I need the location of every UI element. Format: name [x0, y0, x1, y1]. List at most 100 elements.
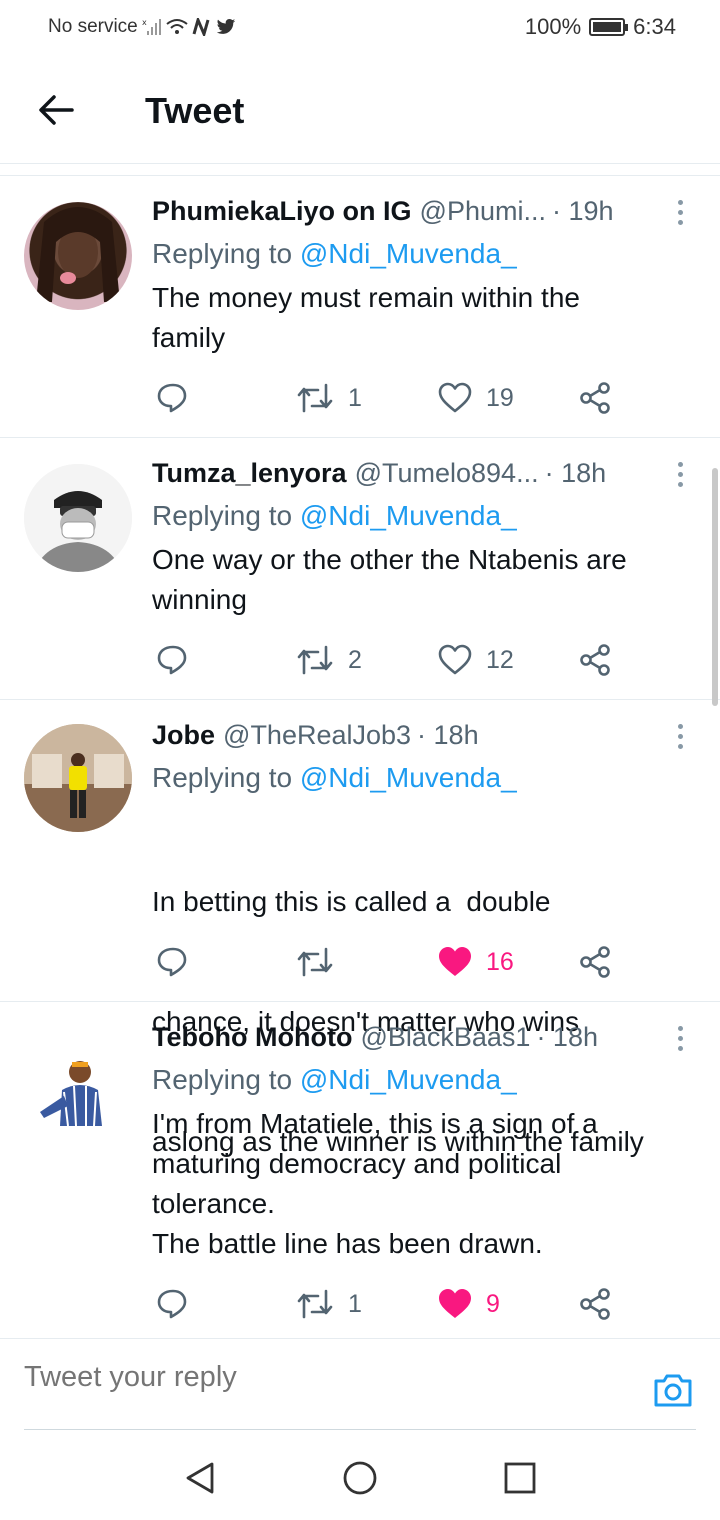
avatar-image: [24, 1026, 132, 1134]
input-underline: [24, 1429, 696, 1430]
nav-recents-icon[interactable]: [502, 1460, 538, 1496]
share-icon: [580, 1288, 610, 1320]
avatar[interactable]: [24, 1026, 132, 1134]
mention-link[interactable]: @Ndi_Muvenda_: [300, 500, 517, 531]
reply-tweet[interactable]: Jobe @TheRealJob3 · 18h Replying to @Ndi…: [0, 700, 720, 1157]
replying-to: Replying to @Ndi_Muvenda_: [152, 758, 692, 798]
replying-to: Replying to @Ndi_Muvenda_: [152, 496, 692, 536]
more-options-icon[interactable]: [668, 200, 692, 230]
tweet-text: One way or the other the Ntabenis are wi…: [152, 540, 692, 620]
replying-label: Replying to: [152, 1064, 293, 1095]
tweet-header: PhumiekaLiyo on IG @Phumi... · 19h: [152, 194, 692, 228]
nav-back-icon[interactable]: [182, 1460, 218, 1496]
tweet-text-line: In betting this is called a double: [152, 886, 551, 917]
battery-icon: [589, 18, 629, 36]
reply-button[interactable]: [156, 378, 204, 418]
reply-input[interactable]: [24, 1361, 584, 1394]
more-options-icon[interactable]: [668, 1026, 692, 1056]
heart-outline-icon: [438, 644, 472, 675]
tweet-text-line: The money must remain within the: [152, 282, 580, 313]
timestamp[interactable]: · 18h: [536, 1020, 598, 1054]
reply-button[interactable]: [156, 1284, 204, 1324]
like-count: 16: [486, 947, 514, 976]
tweet-text: The money must remain within the family: [152, 278, 692, 358]
reply-button[interactable]: [156, 942, 204, 982]
tweet-text-line: family: [152, 322, 226, 353]
retweet-icon: [297, 383, 333, 413]
tweet-text-line: One way or the other the Ntabenis are: [152, 544, 627, 575]
username[interactable]: @TheRealJob3: [223, 718, 411, 752]
tweet-header: Jobe @TheRealJob3 · 18h: [152, 718, 692, 752]
share-button[interactable]: [578, 1284, 612, 1324]
avatar-image: [36, 207, 120, 302]
reply-tweet[interactable]: Tumza_lenyora @Tumelo894... · 18h Replyi…: [0, 438, 720, 700]
reply-tweet[interactable]: PhumiekaLiyo on IG @Phumi... · 19h Reply…: [0, 178, 720, 438]
nfc-icon: [192, 18, 210, 36]
avatar[interactable]: [24, 724, 132, 832]
svg-text:x: x: [142, 18, 147, 27]
tweet-text-line: winning: [152, 584, 247, 615]
display-name[interactable]: Jobe: [152, 718, 215, 752]
more-options-icon[interactable]: [668, 724, 692, 754]
retweet-button[interactable]: 1: [296, 378, 362, 418]
carrier-label: No service: [48, 16, 138, 37]
reply-icon: [157, 1289, 187, 1319]
like-count: 12: [486, 645, 514, 674]
reply-button[interactable]: [156, 640, 204, 680]
mention-link[interactable]: @Ndi_Muvenda_: [300, 1064, 517, 1095]
avatar[interactable]: [24, 464, 132, 572]
username[interactable]: @Phumi...: [420, 194, 546, 228]
display-name[interactable]: Teboho Mohoto: [152, 1020, 352, 1054]
share-button[interactable]: [578, 378, 612, 418]
retweet-count: 1: [348, 383, 362, 412]
like-button[interactable]: 9: [438, 1284, 500, 1324]
retweet-count: 2: [348, 645, 362, 674]
twitter-bird-icon: [216, 19, 235, 34]
display-name[interactable]: PhumiekaLiyo on IG: [152, 194, 412, 228]
status-bar: No service x 100% 6:34: [0, 0, 720, 56]
retweet-button[interactable]: [296, 942, 348, 982]
like-button[interactable]: 19: [438, 378, 514, 418]
username[interactable]: @BlackBaas1: [360, 1020, 530, 1054]
tweet-text-line: The battle line has been drawn.: [152, 1228, 543, 1259]
nav-home-icon[interactable]: [342, 1460, 378, 1496]
signal-icon: x: [142, 18, 161, 35]
username[interactable]: @Tumelo894...: [355, 456, 539, 490]
tweet-text: I'm from Matatiele, this is a sign of a …: [152, 1104, 692, 1264]
back-arrow-icon[interactable]: [36, 90, 76, 130]
page-title: Tweet: [145, 90, 245, 131]
retweet-icon: [297, 947, 333, 977]
top-app-bar: Tweet: [0, 56, 720, 164]
reply-icon: [157, 383, 187, 413]
system-nav-bar: [0, 1432, 720, 1520]
battery-percent: 100%: [524, 14, 582, 39]
timestamp[interactable]: · 19h: [552, 194, 614, 228]
timestamp[interactable]: · 18h: [417, 718, 479, 752]
like-count: 9: [486, 1289, 500, 1318]
status-right: 100% 6:34: [525, 14, 676, 40]
tweet-header: Teboho Mohoto @BlackBaas1 · 18h: [152, 1020, 692, 1054]
mention-link[interactable]: @Ndi_Muvenda_: [300, 238, 517, 269]
share-button[interactable]: [578, 640, 612, 680]
camera-icon[interactable]: [652, 1369, 694, 1411]
reply-tweet[interactable]: Teboho Mohoto @BlackBaas1 · 18h Replying…: [0, 1002, 720, 1338]
avatar-image: [24, 464, 132, 572]
tweet-actions: 16: [152, 942, 622, 982]
scrollbar[interactable]: [712, 468, 718, 706]
heart-filled-icon: [439, 947, 471, 976]
like-button[interactable]: 12: [438, 640, 514, 680]
share-button[interactable]: [578, 942, 612, 982]
retweet-button[interactable]: 2: [296, 640, 362, 680]
like-button[interactable]: 16: [438, 942, 514, 982]
timestamp[interactable]: · 18h: [545, 456, 607, 490]
retweet-count: 1: [348, 1289, 362, 1318]
avatar[interactable]: [24, 202, 132, 310]
display-name[interactable]: Tumza_lenyora: [152, 456, 347, 490]
tweet-header: Tumza_lenyora @Tumelo894... · 18h: [152, 456, 692, 490]
more-options-icon[interactable]: [668, 462, 692, 492]
mention-link[interactable]: @Ndi_Muvenda_: [300, 762, 517, 793]
avatar-image: [24, 724, 132, 832]
share-icon: [580, 644, 610, 676]
retweet-button[interactable]: 1: [296, 1284, 362, 1324]
tweet-actions: 2 12: [152, 640, 622, 680]
